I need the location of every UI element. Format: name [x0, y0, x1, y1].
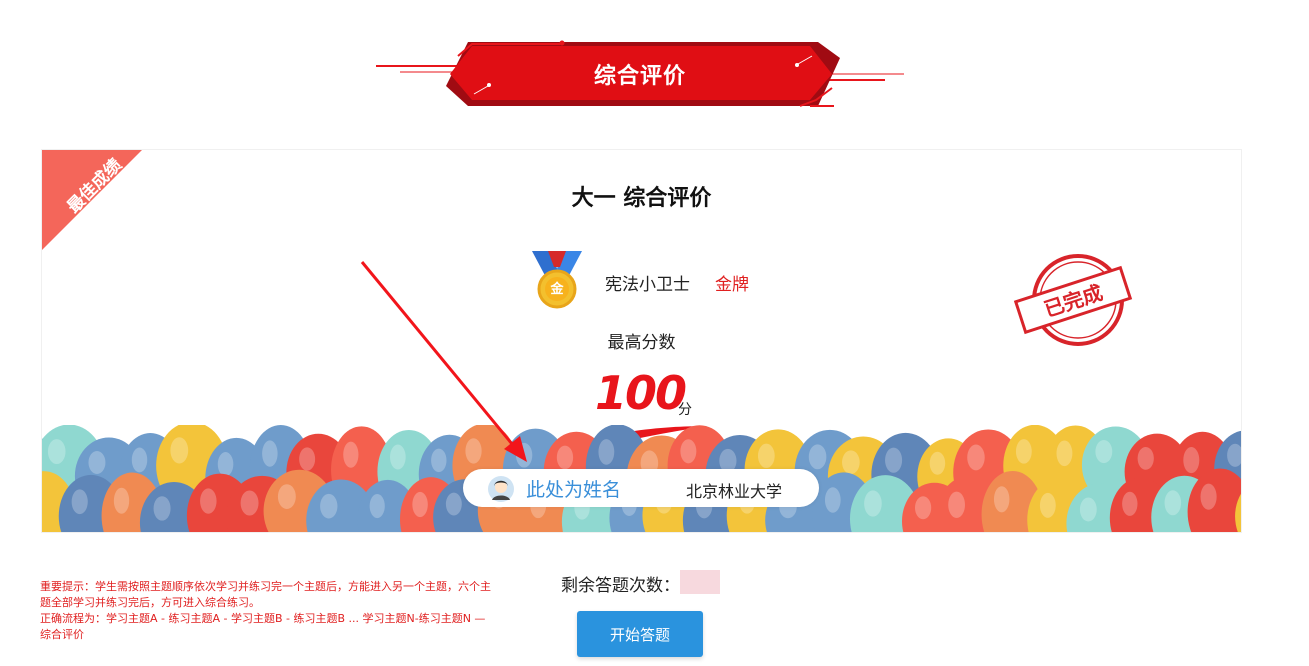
student-name: 此处为姓名	[526, 479, 622, 501]
balloon-highlight	[1137, 446, 1154, 470]
header-banner: 综合评价	[370, 36, 910, 112]
balloon-highlight	[153, 496, 171, 521]
balloon-highlight	[71, 489, 88, 515]
balloon-highlight	[320, 493, 338, 519]
balloon-highlight	[412, 491, 428, 518]
balloon-highlight	[948, 491, 965, 518]
balloon-highlight	[1056, 440, 1073, 467]
balloon-highlight	[343, 441, 359, 468]
balloon-highlight	[1079, 497, 1097, 522]
important-notice: 重要提示：学生需按照主题顺序依次学习并练习完一个主题后，方能进入另一个主题，六个…	[40, 579, 495, 643]
balloon-highlight	[217, 452, 234, 477]
balloon-highlight	[824, 487, 841, 513]
balloon-highlight	[465, 438, 482, 464]
balloon-highlight	[1015, 439, 1032, 464]
balloon-highlight	[993, 486, 1010, 513]
remaining-attempts-value	[680, 570, 720, 594]
remaining-attempts-label: 剩余答题次数：	[561, 576, 680, 596]
balloon-highlight	[200, 488, 217, 514]
score-unit: 分	[678, 402, 692, 418]
balloon-highlight	[1183, 447, 1200, 474]
balloon-highlight	[598, 439, 615, 465]
balloon-highlight	[864, 490, 882, 517]
result-card: 最佳成绩 大一 综合评价 金 宪法小卫士 金牌 最高分数 100 分 已完成 此…	[41, 149, 1242, 533]
balloon-highlight	[170, 437, 189, 464]
student-avatar-icon	[488, 476, 514, 502]
notice-line-2: 正确流程为：学习主题A - 练习主题A - 学习主题B - 练习主题B ... …	[40, 612, 486, 641]
school-name: 北京林业大学	[686, 482, 783, 501]
balloon-highlight	[431, 448, 447, 473]
card-title: 大一 综合评价	[571, 186, 712, 211]
balloon-highlight	[515, 442, 533, 468]
balloon-highlight	[1164, 490, 1182, 516]
balloon-highlight	[299, 447, 316, 471]
balloon-highlight	[757, 443, 775, 469]
balloon-highlight	[914, 496, 932, 520]
balloon-highlight	[680, 439, 697, 464]
score-value: 100	[595, 366, 687, 420]
balloon-highlight	[1122, 491, 1138, 516]
balloon-highlight	[808, 444, 827, 470]
balloon-highlight	[445, 492, 462, 516]
balloon-highlight	[47, 439, 66, 465]
balloon-highlight	[131, 447, 148, 473]
balloon-highlight	[1039, 492, 1056, 518]
balloon-highlight	[967, 444, 985, 471]
balloon-highlight	[262, 440, 278, 467]
balloon-highlight	[1095, 439, 1113, 464]
balloon-highlight	[885, 447, 903, 473]
balloon-highlight	[277, 484, 296, 509]
page-title: 综合评价	[593, 64, 686, 89]
balloon-highlight	[240, 490, 259, 516]
balloon-highlight	[88, 450, 106, 475]
balloon-highlight	[113, 487, 130, 514]
balloon-highlight	[556, 445, 574, 470]
completed-stamp-icon: 已完成	[1013, 254, 1133, 346]
notice-line-1: 重要提示：学生需按照主题顺序依次学习并练习完一个主题后，方能进入另一个主题，六个…	[40, 580, 491, 609]
medal-name: 宪法小卫士	[605, 275, 690, 295]
student-info-pill: 此处为姓名 北京林业大学	[463, 469, 819, 507]
balloon-highlight	[929, 451, 946, 475]
medal-level: 金牌	[715, 275, 749, 295]
balloon-highlight	[369, 493, 385, 519]
balloon-highlight	[389, 444, 406, 470]
medal-label: 金	[550, 282, 564, 297]
balloon-highlight	[842, 450, 860, 475]
balloon-highlight	[1200, 483, 1217, 510]
start-answer-button[interactable]: 开始答题	[577, 611, 703, 657]
